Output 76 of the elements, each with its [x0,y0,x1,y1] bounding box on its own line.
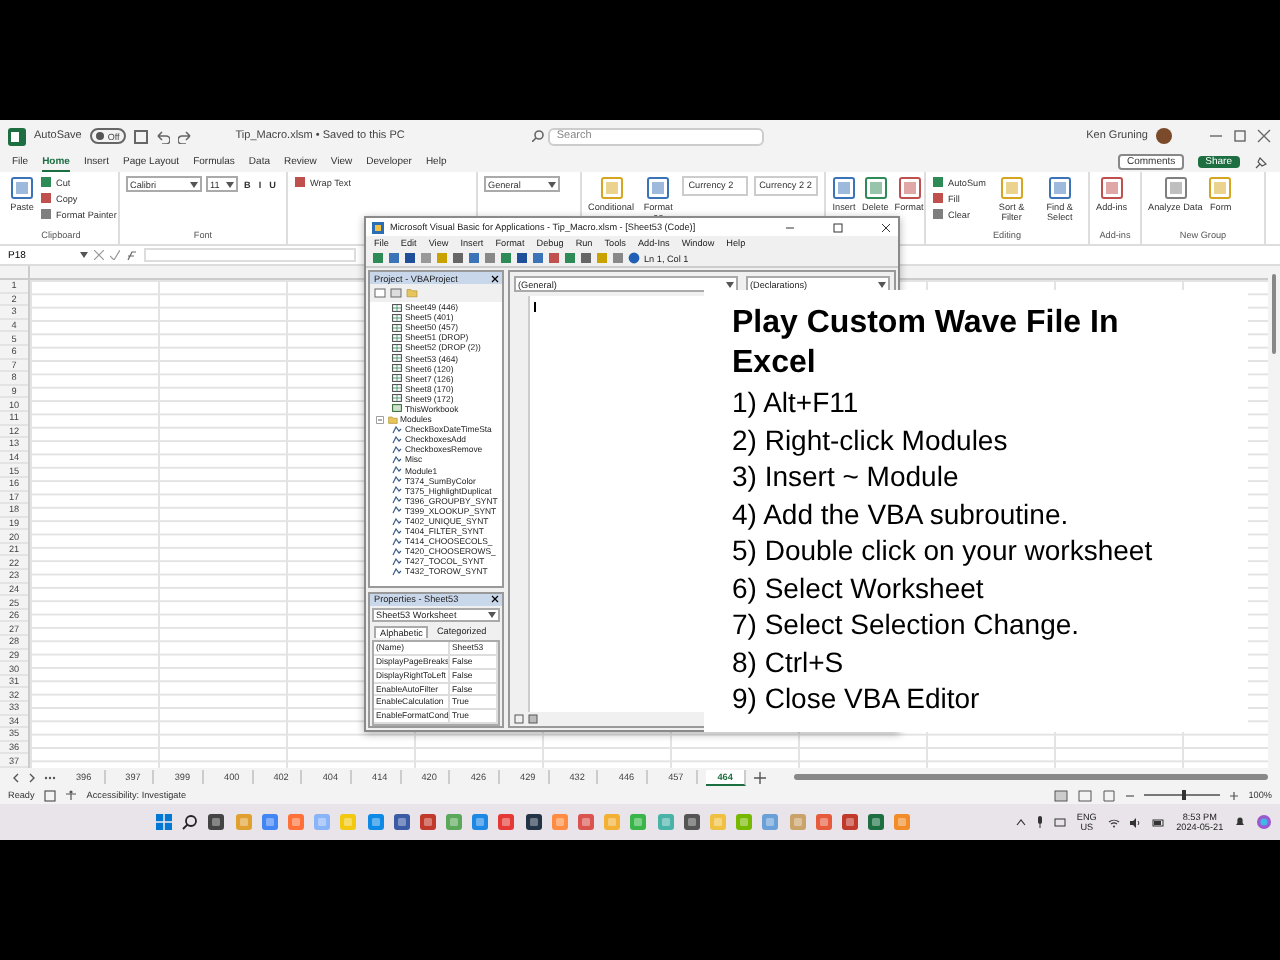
avatar-icon [1156,128,1172,144]
note-title: Play Custom Wave File In Excel [732,304,1121,384]
step-text: 1) Alt+F11 [732,384,861,421]
caret-icon [488,611,496,618]
vba-icon [372,221,384,233]
command-icon [294,176,306,188]
view-code-icon[interactable] [374,288,386,298]
accessibility-icon [66,790,77,800]
step-text: 5) Double click on your worksheet [732,532,1155,569]
command-icon [897,176,922,200]
notification-icon[interactable] [1233,816,1246,828]
caret-icon [190,181,198,187]
function-icon[interactable] [126,249,138,261]
maximize-icon[interactable] [832,221,844,233]
undo-icon[interactable] [155,129,170,143]
procedure-view-icon[interactable] [514,714,524,724]
minimize-icon[interactable] [784,221,796,233]
step-text: 7) Select Selection Change. [732,606,1082,643]
command-icon [1047,176,1072,200]
page-layout-icon[interactable] [1078,789,1093,801]
view-object-icon[interactable] [390,288,402,298]
chevron-up-icon[interactable] [1015,818,1026,826]
macro-icon[interactable] [44,789,57,801]
formula-field[interactable] [144,248,356,262]
volume-icon[interactable] [1129,817,1142,827]
command-icon [646,176,671,200]
command-icon [863,176,888,200]
display-icon[interactable] [1054,817,1067,827]
command-icon [1163,176,1188,200]
more-icon[interactable] [44,771,56,783]
folder-icon[interactable] [406,288,418,298]
next-icon[interactable] [28,771,36,783]
zoom-in-icon[interactable] [1230,791,1239,799]
step-text: 6) Select Worksheet [732,569,986,606]
caret-icon [226,181,234,187]
caret-icon [548,181,556,187]
start-icon[interactable] [156,814,172,830]
maximize-icon[interactable] [1232,128,1248,144]
enter-icon[interactable] [110,250,120,260]
close-icon[interactable] [490,594,500,605]
close-icon[interactable] [880,221,892,233]
cancel-icon[interactable] [94,250,104,260]
command-icon [1099,176,1124,200]
vertical-scrollbar[interactable] [1268,266,1280,768]
redo-icon[interactable] [177,129,192,143]
caret-icon [80,252,88,258]
add-sheet-icon[interactable] [754,771,767,783]
excel-logo-icon [8,127,26,145]
step-text: 3) Insert ~ Module [732,458,961,495]
battery-icon[interactable] [1151,817,1166,827]
step-text: 2) Right-click Modules [732,421,1010,458]
workbook-icon [392,404,402,413]
step-text: 8) Ctrl+S [732,643,846,680]
search-icon[interactable] [182,814,199,830]
search-icon [532,130,545,142]
command-icon [599,176,623,200]
step-text: 9) Close VBA Editor [732,680,982,717]
normal-view-icon[interactable] [1054,789,1069,801]
step-text: 4) Add the VBA subroutine. [732,495,1071,532]
module-view-icon[interactable] [528,714,538,724]
previous-icon[interactable] [12,771,20,783]
command-icon [1208,176,1233,200]
horizontal-scrollbar[interactable] [794,774,1268,780]
copilot-icon[interactable] [1256,814,1272,830]
command-icon [999,176,1024,200]
command-icon [10,176,34,200]
collapse-icon[interactable] [376,415,384,424]
folder-icon [387,415,397,424]
wifi-icon[interactable] [1107,817,1120,827]
close-icon[interactable] [490,273,500,283]
page-break-icon[interactable] [1102,789,1117,801]
command-icon [832,176,856,200]
pin-icon[interactable] [1254,155,1268,169]
zoom-out-icon[interactable] [1126,791,1135,799]
help-icon[interactable] [628,252,640,264]
save-icon[interactable] [133,129,148,143]
